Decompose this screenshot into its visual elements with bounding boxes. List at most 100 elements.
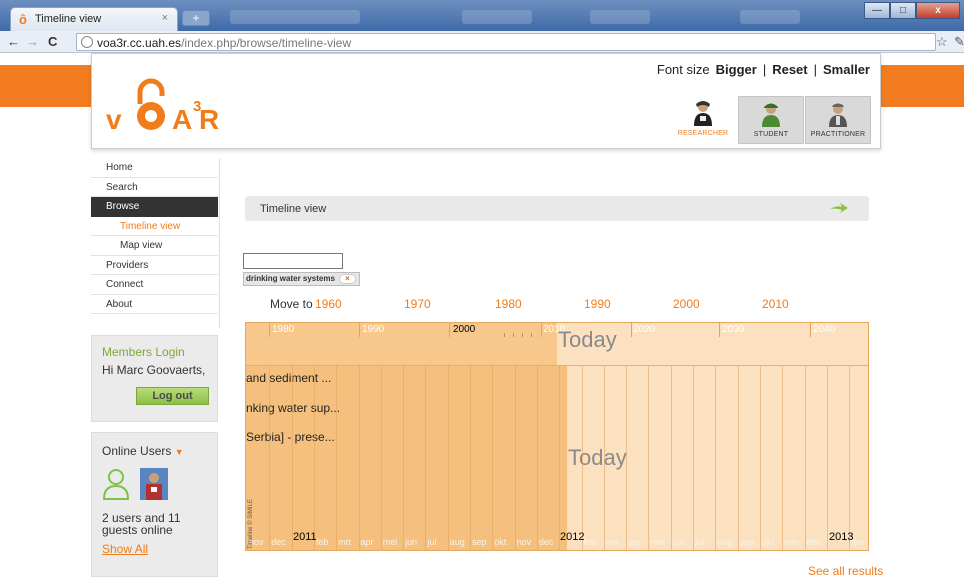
decade-tick xyxy=(359,323,360,337)
timeline-widget[interactable]: 1980 1990 2000 2010 2020 2030 2040 Today… xyxy=(245,322,869,551)
month-gridline xyxy=(403,366,405,550)
decade-link-2010[interactable]: 2010 xyxy=(762,297,789,311)
online-users-title[interactable]: Online Users ▼ xyxy=(102,444,184,458)
month-gridline xyxy=(291,366,293,550)
sidebar-item-browse[interactable]: Browse xyxy=(91,197,218,217)
sidebar-item-map-view[interactable]: Map view xyxy=(91,236,218,256)
decade-label: 2030 xyxy=(722,324,745,335)
student-icon xyxy=(762,103,780,127)
timeline-search-input[interactable] xyxy=(243,253,343,269)
month-label: mei xyxy=(650,537,665,547)
background-tab[interactable] xyxy=(462,10,532,24)
show-all-link[interactable]: Show All xyxy=(102,542,148,556)
page-title: Timeline view xyxy=(260,203,327,215)
decade-link-1990[interactable]: 1990 xyxy=(584,297,611,311)
font-bigger-link[interactable]: Bigger xyxy=(716,62,757,77)
decade-tick xyxy=(449,323,450,337)
month-gridline xyxy=(826,366,828,550)
timeline-event[interactable]: nking water sup... xyxy=(246,401,340,415)
sidebar-nav: Home Search Browse Timeline view Map vie… xyxy=(91,158,218,314)
page-title-bar: Timeline view xyxy=(245,196,869,221)
separator: | xyxy=(762,62,767,77)
decade-tick xyxy=(269,323,270,337)
role-label: STUDENT xyxy=(753,131,789,138)
month-label: dec xyxy=(538,537,554,547)
decade-link-2000[interactable]: 2000 xyxy=(673,297,700,311)
voa3r-favicon-icon: ô xyxy=(19,12,27,27)
address-bar[interactable]: voa3r.cc.uah.es/index.php/browse/timelin… xyxy=(76,33,936,51)
decade-tick xyxy=(719,323,720,337)
month-label: sep xyxy=(472,537,487,547)
tab-close-icon[interactable]: × xyxy=(162,12,168,24)
sidebar-divider xyxy=(219,158,220,328)
month-gridline xyxy=(670,366,672,550)
font-reset-link[interactable]: Reset xyxy=(772,62,807,77)
url-text: voa3r.cc.uah.es/index.php/browse/timelin… xyxy=(97,36,351,50)
sidebar-item-search[interactable]: Search xyxy=(91,178,218,197)
month-gridline xyxy=(447,366,449,550)
month-gridline xyxy=(336,366,338,550)
back-arrow-icon[interactable]: ← xyxy=(7,34,20,49)
font-smaller-link[interactable]: Smaller xyxy=(823,62,870,77)
site-header: v A R 3 Font size Bigger | Reset | Small… xyxy=(91,53,881,149)
decade-label: 2000 xyxy=(453,324,476,335)
globe-icon xyxy=(81,36,93,48)
role-researcher[interactable]: RESEARCHER xyxy=(670,96,736,144)
month-label: mrt xyxy=(338,537,352,547)
month-gridline xyxy=(804,366,806,550)
sidebar-item-connect[interactable]: Connect xyxy=(91,275,218,295)
sidebar-item-home[interactable]: Home xyxy=(91,158,218,178)
maximize-button[interactable]: □ xyxy=(890,2,916,19)
decade-link-1970[interactable]: 1970 xyxy=(404,297,431,311)
background-tab[interactable] xyxy=(590,10,650,24)
close-window-button[interactable]: x xyxy=(916,2,960,19)
see-all-results-link[interactable]: See all results xyxy=(808,564,883,577)
online-users-box: Online Users ▼ 2 users and 11 guests onl… xyxy=(91,432,218,577)
sidebar-item-about[interactable]: About xyxy=(91,295,218,314)
month-gridline xyxy=(626,366,628,550)
month-gridline xyxy=(313,366,315,550)
month-gridline xyxy=(559,366,561,550)
remove-filter-icon[interactable]: × xyxy=(338,274,356,284)
year-label: 2011 xyxy=(293,531,317,543)
wrench-icon[interactable]: ✎ xyxy=(954,34,964,50)
forward-arrow-icon[interactable]: → xyxy=(26,34,39,49)
default-avatar-icon[interactable] xyxy=(102,468,130,500)
reload-icon[interactable]: C xyxy=(48,34,57,49)
role-practitioner[interactable]: PRACTITIONER xyxy=(805,96,871,144)
timeline-copyright: Timeline © SIMILE xyxy=(248,499,254,549)
timeline-event[interactable]: and sediment ... xyxy=(246,371,331,385)
decade-label: 2020 xyxy=(633,324,656,335)
user-photo-avatar[interactable] xyxy=(140,468,168,500)
sidebar-item-timeline-view[interactable]: Timeline view xyxy=(91,217,218,236)
browser-navbar: ← → C voa3r.cc.uah.es/index.php/browse/t… xyxy=(0,31,964,53)
voa3r-logo[interactable]: v A R 3 xyxy=(106,68,236,138)
logo-superscript: 3 xyxy=(193,98,202,115)
month-gridline xyxy=(581,366,583,550)
month-label: sep xyxy=(739,537,755,547)
online-count-text: 2 users and 11 guests online xyxy=(102,511,181,537)
sidebar-item-providers[interactable]: Providers xyxy=(91,256,218,275)
researcher-icon xyxy=(694,101,712,126)
background-tab[interactable] xyxy=(230,10,360,24)
filter-tag-label: drinking water systems xyxy=(246,274,335,283)
green-arrow-icon xyxy=(830,203,848,213)
month-gridline xyxy=(380,366,382,550)
background-tab[interactable] xyxy=(740,10,800,24)
logout-button[interactable]: Log out xyxy=(136,387,209,405)
role-student[interactable]: STUDENT xyxy=(738,96,804,144)
month-label: feb xyxy=(315,537,329,547)
role-label: RESEARCHER xyxy=(677,130,729,137)
month-label: apr xyxy=(360,537,374,547)
window-controls: — □ x xyxy=(864,2,960,19)
timeline-event[interactable]: Serbia] - prese... xyxy=(246,430,335,444)
url-host: voa3r.cc.uah.es xyxy=(97,36,182,50)
decade-tick xyxy=(810,323,811,337)
browser-tab[interactable]: ô Timeline view × xyxy=(10,7,178,31)
bookmark-star-icon[interactable]: ☆ xyxy=(936,34,948,50)
decade-link-1980[interactable]: 1980 xyxy=(495,297,522,311)
decade-link-1960[interactable]: 1960 xyxy=(315,297,342,311)
new-tab-button[interactable]: + xyxy=(182,10,210,26)
minimize-button[interactable]: — xyxy=(864,2,890,19)
month-gridline xyxy=(269,366,271,550)
